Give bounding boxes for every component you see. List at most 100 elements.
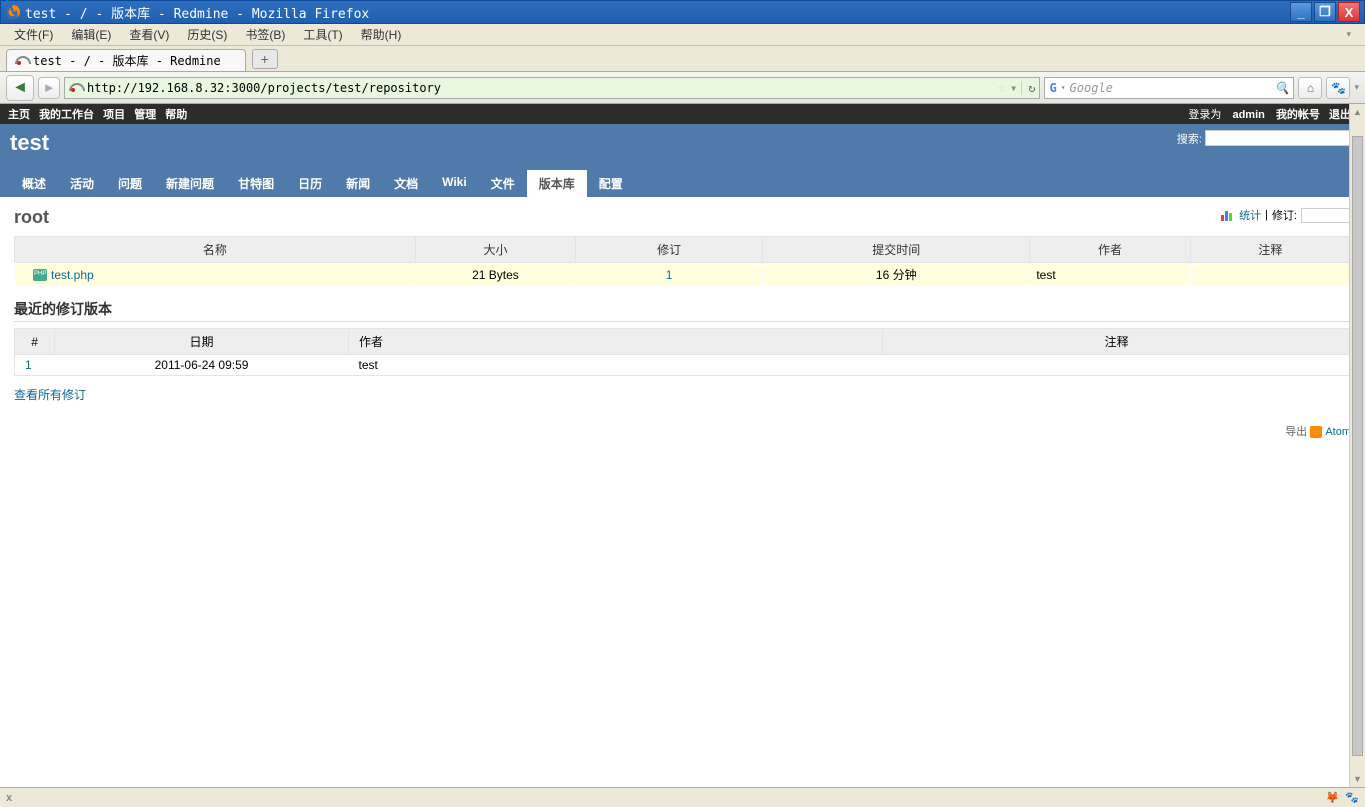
- export-label: 导出: [1285, 426, 1307, 438]
- topmenu-admin[interactable]: 管理: [134, 109, 156, 121]
- rev-date: 2011-06-24 09:59: [55, 355, 349, 376]
- revision-label: 修订:: [1272, 207, 1297, 223]
- menu-file[interactable]: 文件(F): [6, 24, 61, 45]
- menu-view[interactable]: 查看(V): [121, 24, 177, 45]
- view-all-revisions-link[interactable]: 查看所有修订: [14, 388, 86, 402]
- tab-files[interactable]: 文件: [479, 170, 527, 197]
- toolbar-dropdown-icon[interactable]: ▾: [1354, 82, 1359, 93]
- url-bar[interactable]: http://192.168.8.32:3000/projects/test/r…: [64, 77, 1040, 99]
- col-size: 大小: [415, 237, 575, 263]
- firefox-small-icon[interactable]: 🦊: [1326, 791, 1340, 804]
- topmenu-home[interactable]: 主页: [8, 109, 30, 121]
- browser-tab[interactable]: test - / - 版本库 - Redmine: [6, 49, 246, 71]
- file-size: 21 Bytes: [415, 263, 575, 287]
- bookmark-star-icon[interactable]: ☆: [998, 80, 1006, 96]
- dropdown-icon[interactable]: ▾: [1010, 81, 1017, 95]
- col-comment: 注释: [1190, 237, 1350, 263]
- file-author: test: [1030, 263, 1190, 287]
- new-tab-button[interactable]: +: [252, 49, 278, 69]
- tab-repository[interactable]: 版本库: [527, 170, 587, 197]
- back-button[interactable]: ◄: [6, 75, 34, 101]
- close-button[interactable]: X: [1338, 2, 1360, 22]
- topmenu-mypage[interactable]: 我的工作台: [39, 109, 94, 121]
- project-search: 搜索:: [1177, 130, 1355, 156]
- url-text: http://192.168.8.32:3000/projects/test/r…: [87, 81, 994, 95]
- redmine-header: test 搜索: 概述 活动 问题 新建问题 甘特图 日历 新闻 文档 Wiki…: [0, 124, 1365, 197]
- addon-button[interactable]: 🐾: [1326, 77, 1350, 99]
- col-revision: 修订: [576, 237, 763, 263]
- rev-author: test: [348, 355, 882, 376]
- menu-bookmarks[interactable]: 书签(B): [237, 24, 293, 45]
- menu-tools[interactable]: 工具(T): [295, 24, 350, 45]
- revision-input[interactable]: [1301, 208, 1351, 223]
- php-file-icon: [33, 269, 47, 281]
- col-committed: 提交时间: [763, 237, 1030, 263]
- window-titlebar: test - / - 版本库 - Redmine - Mozilla Firef…: [0, 0, 1365, 24]
- tab-issues[interactable]: 问题: [106, 170, 154, 197]
- topmenu-logout[interactable]: 退出: [1329, 109, 1351, 121]
- project-title: test: [10, 130, 49, 156]
- menu-edit[interactable]: 编辑(E): [63, 24, 119, 45]
- scrollbar-thumb[interactable]: [1352, 136, 1363, 756]
- menu-history[interactable]: 历史(S): [179, 24, 235, 45]
- tab-calendar[interactable]: 日历: [286, 170, 334, 197]
- tab-documents[interactable]: 文档: [382, 170, 430, 197]
- col-author: 作者: [1030, 237, 1190, 263]
- tab-newissue[interactable]: 新建问题: [154, 170, 226, 197]
- atom-link[interactable]: Atom: [1325, 426, 1351, 438]
- topmenu-account[interactable]: 我的帐号: [1276, 109, 1320, 121]
- search-input[interactable]: [1205, 130, 1355, 146]
- scroll-up-icon[interactable]: ▲: [1350, 104, 1365, 120]
- search-placeholder: Google: [1070, 81, 1113, 95]
- tab-wiki[interactable]: Wiki: [430, 170, 479, 197]
- search-label: 搜索:: [1177, 134, 1202, 146]
- rev-comment: [883, 355, 1351, 376]
- dropdown-icon[interactable]: ▾: [1061, 83, 1066, 92]
- loggedas: 登录为 admin: [1188, 109, 1264, 121]
- firefox-navbar: ◄ ► http://192.168.8.32:3000/projects/te…: [0, 72, 1365, 104]
- file-link[interactable]: test.php: [51, 268, 94, 282]
- search-bar[interactable]: G ▾ Google 🔍: [1044, 77, 1294, 99]
- revcol-author: 作者: [348, 329, 882, 355]
- vertical-scrollbar[interactable]: ▲ ▼: [1349, 104, 1365, 787]
- revisions-table: # 日期 作者 注释 1 2011-06-24 09:59 test: [14, 328, 1351, 376]
- minimize-button[interactable]: _: [1290, 2, 1312, 22]
- menubar-dropdown-icon[interactable]: ▾: [1338, 27, 1359, 42]
- menu-help[interactable]: 帮助(H): [353, 24, 410, 45]
- tab-settings[interactable]: 配置: [587, 170, 635, 197]
- topmenu-help[interactable]: 帮助: [165, 109, 187, 121]
- stats-link[interactable]: 统计: [1239, 207, 1261, 223]
- path-heading: root: [14, 207, 1351, 228]
- tab-news[interactable]: 新闻: [334, 170, 382, 197]
- tab-activity[interactable]: 活动: [58, 170, 106, 197]
- home-button[interactable]: ⌂: [1298, 77, 1322, 99]
- firefox-statusbar: x 🦊 🐾: [0, 787, 1365, 807]
- file-comment: [1190, 263, 1350, 287]
- forward-button[interactable]: ►: [38, 77, 60, 99]
- tab-title: test - / - 版本库 - Redmine: [33, 52, 221, 69]
- stats-icon: [1221, 209, 1235, 221]
- content: 统计 | 修订: root 名称 大小 修订 提交时间 作者 注释 test.p…: [0, 197, 1365, 449]
- tab-overview[interactable]: 概述: [10, 170, 58, 197]
- file-row: test.php 21 Bytes 1 16 分钟 test: [15, 263, 1351, 287]
- search-icon[interactable]: 🔍: [1275, 81, 1290, 95]
- revcol-date: 日期: [55, 329, 349, 355]
- firefox-icon: [5, 4, 21, 20]
- file-revision[interactable]: 1: [666, 268, 673, 282]
- topmenu-projects[interactable]: 项目: [103, 109, 125, 121]
- scroll-down-icon[interactable]: ▼: [1350, 771, 1365, 787]
- statusbar-close-icon[interactable]: x: [6, 792, 12, 804]
- rev-num[interactable]: 1: [25, 358, 32, 372]
- tab-gantt[interactable]: 甘特图: [226, 170, 286, 197]
- revcol-comment: 注释: [883, 329, 1351, 355]
- google-icon: G: [1049, 81, 1056, 95]
- addon-small-icon[interactable]: 🐾: [1345, 791, 1359, 804]
- reload-icon[interactable]: ↻: [1021, 81, 1035, 95]
- col-name: 名称: [15, 237, 416, 263]
- contextual-actions: 统计 | 修订:: [1221, 207, 1351, 223]
- redmine-icon: [15, 54, 29, 68]
- file-age: 16 分钟: [763, 263, 1030, 287]
- feed-icon: ◌: [1310, 426, 1322, 438]
- firefox-menubar: 文件(F) 编辑(E) 查看(V) 历史(S) 书签(B) 工具(T) 帮助(H…: [0, 24, 1365, 46]
- maximize-button[interactable]: ❐: [1314, 2, 1336, 22]
